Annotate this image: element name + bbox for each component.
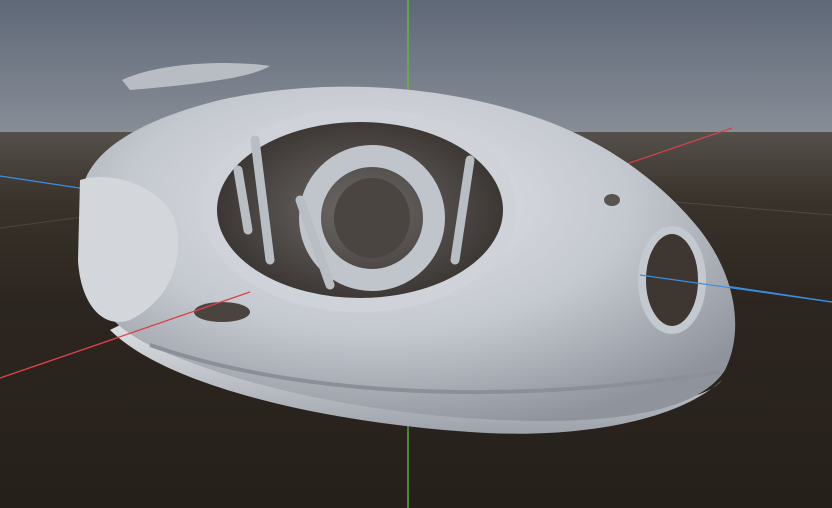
3d-viewport[interactable]: [0, 0, 832, 508]
braincase-hole: [334, 178, 410, 258]
top-ridge: [122, 62, 270, 90]
skull-model[interactable]: [78, 62, 736, 434]
scene-canvas[interactable]: [0, 0, 832, 508]
foramen: [604, 194, 620, 206]
temporal-opening: [194, 302, 250, 322]
